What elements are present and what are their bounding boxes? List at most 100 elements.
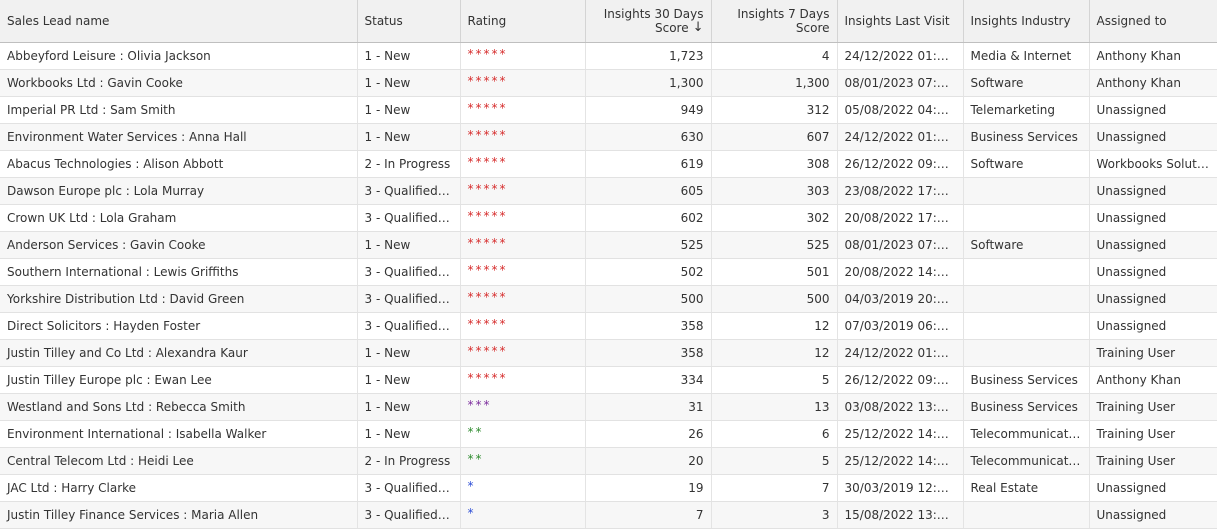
column-header-status[interactable]: Status bbox=[357, 0, 461, 43]
cell-insights-industry: Business Services bbox=[963, 123, 1090, 151]
cell-insights-last-visit: 24/12/2022 01:00:... bbox=[837, 339, 964, 367]
cell-sales-lead-name[interactable]: Direct Solicitors : Hayden Foster bbox=[0, 312, 358, 340]
table-row[interactable]: Justin Tilley and Co Ltd : Alexandra Kau… bbox=[0, 339, 1217, 367]
cell-insights-industry: Software bbox=[963, 150, 1090, 178]
cell-rating: ** bbox=[460, 447, 586, 475]
cell-sales-lead-name[interactable]: JAC Ltd : Harry Clarke bbox=[0, 474, 358, 502]
cell-rating: ***** bbox=[460, 204, 586, 232]
cell-assigned-to: Unassigned bbox=[1089, 474, 1217, 502]
cell-insights-last-visit: 15/08/2022 13:17:... bbox=[837, 501, 964, 529]
cell-insights-30-days-score: 630 bbox=[585, 123, 712, 151]
cell-rating: * bbox=[460, 501, 586, 529]
rating-stars: * bbox=[467, 506, 476, 520]
cell-status: 3 - Qualified ... bbox=[357, 258, 461, 286]
cell-sales-lead-name[interactable]: Environment International : Isabella Wal… bbox=[0, 420, 358, 448]
table-row[interactable]: Environment International : Isabella Wal… bbox=[0, 420, 1217, 448]
cell-insights-industry: Software bbox=[963, 69, 1090, 97]
cell-insights-7-days-score: 12 bbox=[711, 312, 838, 340]
cell-insights-7-days-score: 312 bbox=[711, 96, 838, 124]
column-header-label: Assigned to bbox=[1096, 14, 1167, 28]
rating-stars: ***** bbox=[467, 47, 508, 61]
column-header-label-line2: Score ↓ bbox=[593, 21, 704, 36]
cell-insights-7-days-score: 308 bbox=[711, 150, 838, 178]
table-row[interactable]: JAC Ltd : Harry Clarke 3 - Qualified ... *… bbox=[0, 474, 1217, 502]
cell-sales-lead-name[interactable]: Justin Tilley and Co Ltd : Alexandra Kau… bbox=[0, 339, 358, 367]
cell-insights-industry bbox=[963, 204, 1090, 232]
cell-insights-7-days-score: 500 bbox=[711, 285, 838, 313]
table-row[interactable]: Southern International : Lewis Griffiths… bbox=[0, 258, 1217, 286]
cell-insights-industry: Software bbox=[963, 231, 1090, 259]
table-row[interactable]: Westland and Sons Ltd : Rebecca Smith 1 -… bbox=[0, 393, 1217, 421]
cell-status: 1 - New bbox=[357, 420, 461, 448]
table-row[interactable]: Environment Water Services : Anna Hall 1 … bbox=[0, 123, 1217, 151]
table-row[interactable]: Imperial PR Ltd : Sam Smith 1 - New ***** 9… bbox=[0, 96, 1217, 124]
rating-stars: ***** bbox=[467, 182, 508, 196]
cell-insights-7-days-score: 607 bbox=[711, 123, 838, 151]
cell-sales-lead-name[interactable]: Central Telecom Ltd : Heidi Lee bbox=[0, 447, 358, 475]
cell-insights-30-days-score: 500 bbox=[585, 285, 712, 313]
column-header-sales-lead-name[interactable]: Sales Lead name bbox=[0, 0, 358, 43]
rating-stars: ***** bbox=[467, 155, 508, 169]
cell-status: 1 - New bbox=[357, 231, 461, 259]
cell-insights-industry bbox=[963, 501, 1090, 529]
table-row[interactable]: Abbeyford Leisure : Olivia Jackson 1 - Ne… bbox=[0, 42, 1217, 70]
table-row[interactable]: Dawson Europe plc : Lola Murray 3 - Quali… bbox=[0, 177, 1217, 205]
column-header-label-line1: Insights 30 Days bbox=[603, 6, 704, 21]
grid-body: Abbeyford Leisure : Olivia Jackson 1 - Ne… bbox=[0, 42, 1217, 529]
sort-descending-icon[interactable]: ↓ bbox=[693, 21, 704, 35]
cell-assigned-to: Training User bbox=[1089, 420, 1217, 448]
cell-rating: *** bbox=[460, 393, 586, 421]
cell-rating: ***** bbox=[460, 231, 586, 259]
rating-stars: ***** bbox=[467, 209, 508, 223]
cell-sales-lead-name[interactable]: Imperial PR Ltd : Sam Smith bbox=[0, 96, 358, 124]
column-header-insights-30-days-score[interactable]: Insights 30 Days Score ↓ bbox=[585, 0, 712, 43]
cell-sales-lead-name[interactable]: Justin Tilley Europe plc : Ewan Lee bbox=[0, 366, 358, 394]
column-header-rating[interactable]: Rating bbox=[460, 0, 586, 43]
column-header-insights-industry[interactable]: Insights Industry bbox=[963, 0, 1090, 43]
cell-assigned-to: Anthony Khan bbox=[1089, 69, 1217, 97]
cell-sales-lead-name[interactable]: Crown UK Ltd : Lola Graham bbox=[0, 204, 358, 232]
cell-insights-7-days-score: 302 bbox=[711, 204, 838, 232]
rating-stars: * bbox=[467, 479, 476, 493]
cell-sales-lead-name[interactable]: Justin Tilley Finance Services : Maria A… bbox=[0, 501, 358, 529]
cell-sales-lead-name[interactable]: Environment Water Services : Anna Hall bbox=[0, 123, 358, 151]
cell-sales-lead-name[interactable]: Yorkshire Distribution Ltd : David Green bbox=[0, 285, 358, 313]
column-header-assigned-to[interactable]: Assigned to bbox=[1089, 0, 1217, 43]
table-row[interactable]: Crown UK Ltd : Lola Graham 3 - Qualified … bbox=[0, 204, 1217, 232]
column-header-insights-7-days-score[interactable]: Insights 7 Days Score bbox=[711, 0, 838, 43]
cell-sales-lead-name[interactable]: Anderson Services : Gavin Cooke bbox=[0, 231, 358, 259]
cell-sales-lead-name[interactable]: Southern International : Lewis Griffiths bbox=[0, 258, 358, 286]
table-row[interactable]: Justin Tilley Finance Services : Maria A… bbox=[0, 501, 1217, 529]
cell-assigned-to: Unassigned bbox=[1089, 123, 1217, 151]
column-header-insights-last-visit[interactable]: Insights Last Visit bbox=[837, 0, 964, 43]
column-header-label: Score bbox=[654, 20, 689, 35]
cell-status: 3 - Qualified ... bbox=[357, 285, 461, 313]
cell-sales-lead-name[interactable]: Workbooks Ltd : Gavin Cooke bbox=[0, 69, 358, 97]
column-header-label-line1: Insights 7 Days bbox=[737, 7, 830, 21]
cell-sales-lead-name[interactable]: Abacus Technologies : Alison Abbott bbox=[0, 150, 358, 178]
table-row[interactable]: Central Telecom Ltd : Heidi Lee 2 - In Pr… bbox=[0, 447, 1217, 475]
table-row[interactable]: Abacus Technologies : Alison Abbott 2 - I… bbox=[0, 150, 1217, 178]
table-row[interactable]: Justin Tilley Europe plc : Ewan Lee 1 - N… bbox=[0, 366, 1217, 394]
table-row[interactable]: Workbooks Ltd : Gavin Cooke 1 - New ***** 1… bbox=[0, 69, 1217, 97]
cell-insights-30-days-score: 358 bbox=[585, 312, 712, 340]
cell-insights-last-visit: 07/03/2019 06:39:... bbox=[837, 312, 964, 340]
column-header-label: Insights Industry bbox=[970, 14, 1071, 28]
cell-rating: ***** bbox=[460, 285, 586, 313]
table-row[interactable]: Anderson Services : Gavin Cooke 1 - New **… bbox=[0, 231, 1217, 259]
cell-insights-30-days-score: 1,300 bbox=[585, 69, 712, 97]
cell-rating: ***** bbox=[460, 42, 586, 70]
cell-sales-lead-name[interactable]: Dawson Europe plc : Lola Murray bbox=[0, 177, 358, 205]
cell-insights-30-days-score: 358 bbox=[585, 339, 712, 367]
cell-insights-7-days-score: 5 bbox=[711, 447, 838, 475]
table-row[interactable]: Yorkshire Distribution Ltd : David Green… bbox=[0, 285, 1217, 313]
cell-sales-lead-name[interactable]: Westland and Sons Ltd : Rebecca Smith bbox=[0, 393, 358, 421]
cell-insights-30-days-score: 525 bbox=[585, 231, 712, 259]
cell-status: 1 - New bbox=[357, 123, 461, 151]
cell-insights-last-visit: 25/12/2022 14:30:... bbox=[837, 420, 964, 448]
rating-stars: ***** bbox=[467, 74, 508, 88]
cell-sales-lead-name[interactable]: Abbeyford Leisure : Olivia Jackson bbox=[0, 42, 358, 70]
cell-status: 1 - New bbox=[357, 42, 461, 70]
sales-leads-grid: Sales Lead name Status Rating Insights 3… bbox=[0, 0, 1217, 529]
table-row[interactable]: Direct Solicitors : Hayden Foster 3 - Qua… bbox=[0, 312, 1217, 340]
